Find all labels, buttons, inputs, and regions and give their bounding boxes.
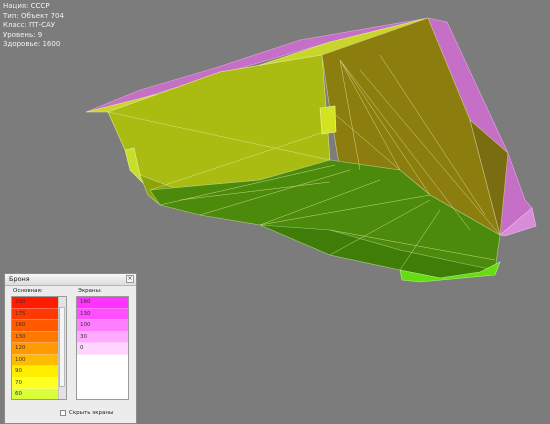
hide-screens-label: Скрыть экраны [69,410,114,416]
screen-armor-row[interactable]: 160 [77,297,128,309]
armor-panel: Броня × Основная: Экраны: 200 175 160 130 12… [4,273,137,424]
screens-armor-list[interactable]: 160 130 100 30 0 [76,296,129,400]
hide-screens-option[interactable]: Скрыть экраны [60,410,113,416]
type-text: Тип: Объект 704 [3,11,64,20]
nation-text: Нация: СССР [3,2,50,10]
main-armor-label: Основная: [13,288,43,294]
close-icon[interactable]: × [126,275,134,283]
main-armor-list[interactable]: 200 175 160 130 120 100 90 70 60 [11,296,67,400]
class-text: Класс: ПТ-САУ [3,21,56,29]
panel-titlebar[interactable]: Броня × [5,274,136,286]
main-armor-rows: 200 175 160 130 120 100 90 70 60 [12,297,59,399]
main-armor-row[interactable]: 90 [12,366,59,378]
screen-armor-row[interactable]: 100 [77,320,128,332]
main-armor-row[interactable]: 130 [12,331,59,343]
main-armor-row[interactable]: 70 [12,377,59,389]
scrollbar-thumb[interactable] [59,307,65,387]
screen-armor-row[interactable]: 0 [77,343,128,355]
screen-armor-row[interactable]: 130 [77,308,128,320]
main-armor-row[interactable]: 200 [12,297,59,309]
main-armor-row[interactable]: 60 [12,389,59,399]
panel-title: Броня [9,275,30,283]
hide-screens-checkbox[interactable] [60,410,66,416]
main-armor-scrollbar[interactable] [58,297,66,399]
main-armor-row[interactable]: 100 [12,354,59,366]
vehicle-info: Нация: СССР Тип: Объект 704 Класс: ПТ-СА… [3,2,64,50]
screens-label: Экраны: [78,288,102,294]
health-text: Здоровье: 1600 [3,40,61,48]
main-armor-row[interactable]: 175 [12,308,59,320]
main-armor-row[interactable]: 120 [12,343,59,355]
tier-text: Уровень: 9 [3,30,43,39]
main-armor-row[interactable]: 160 [12,320,59,332]
screen-armor-row[interactable]: 30 [77,331,128,343]
mid-facet-1 [319,105,337,135]
